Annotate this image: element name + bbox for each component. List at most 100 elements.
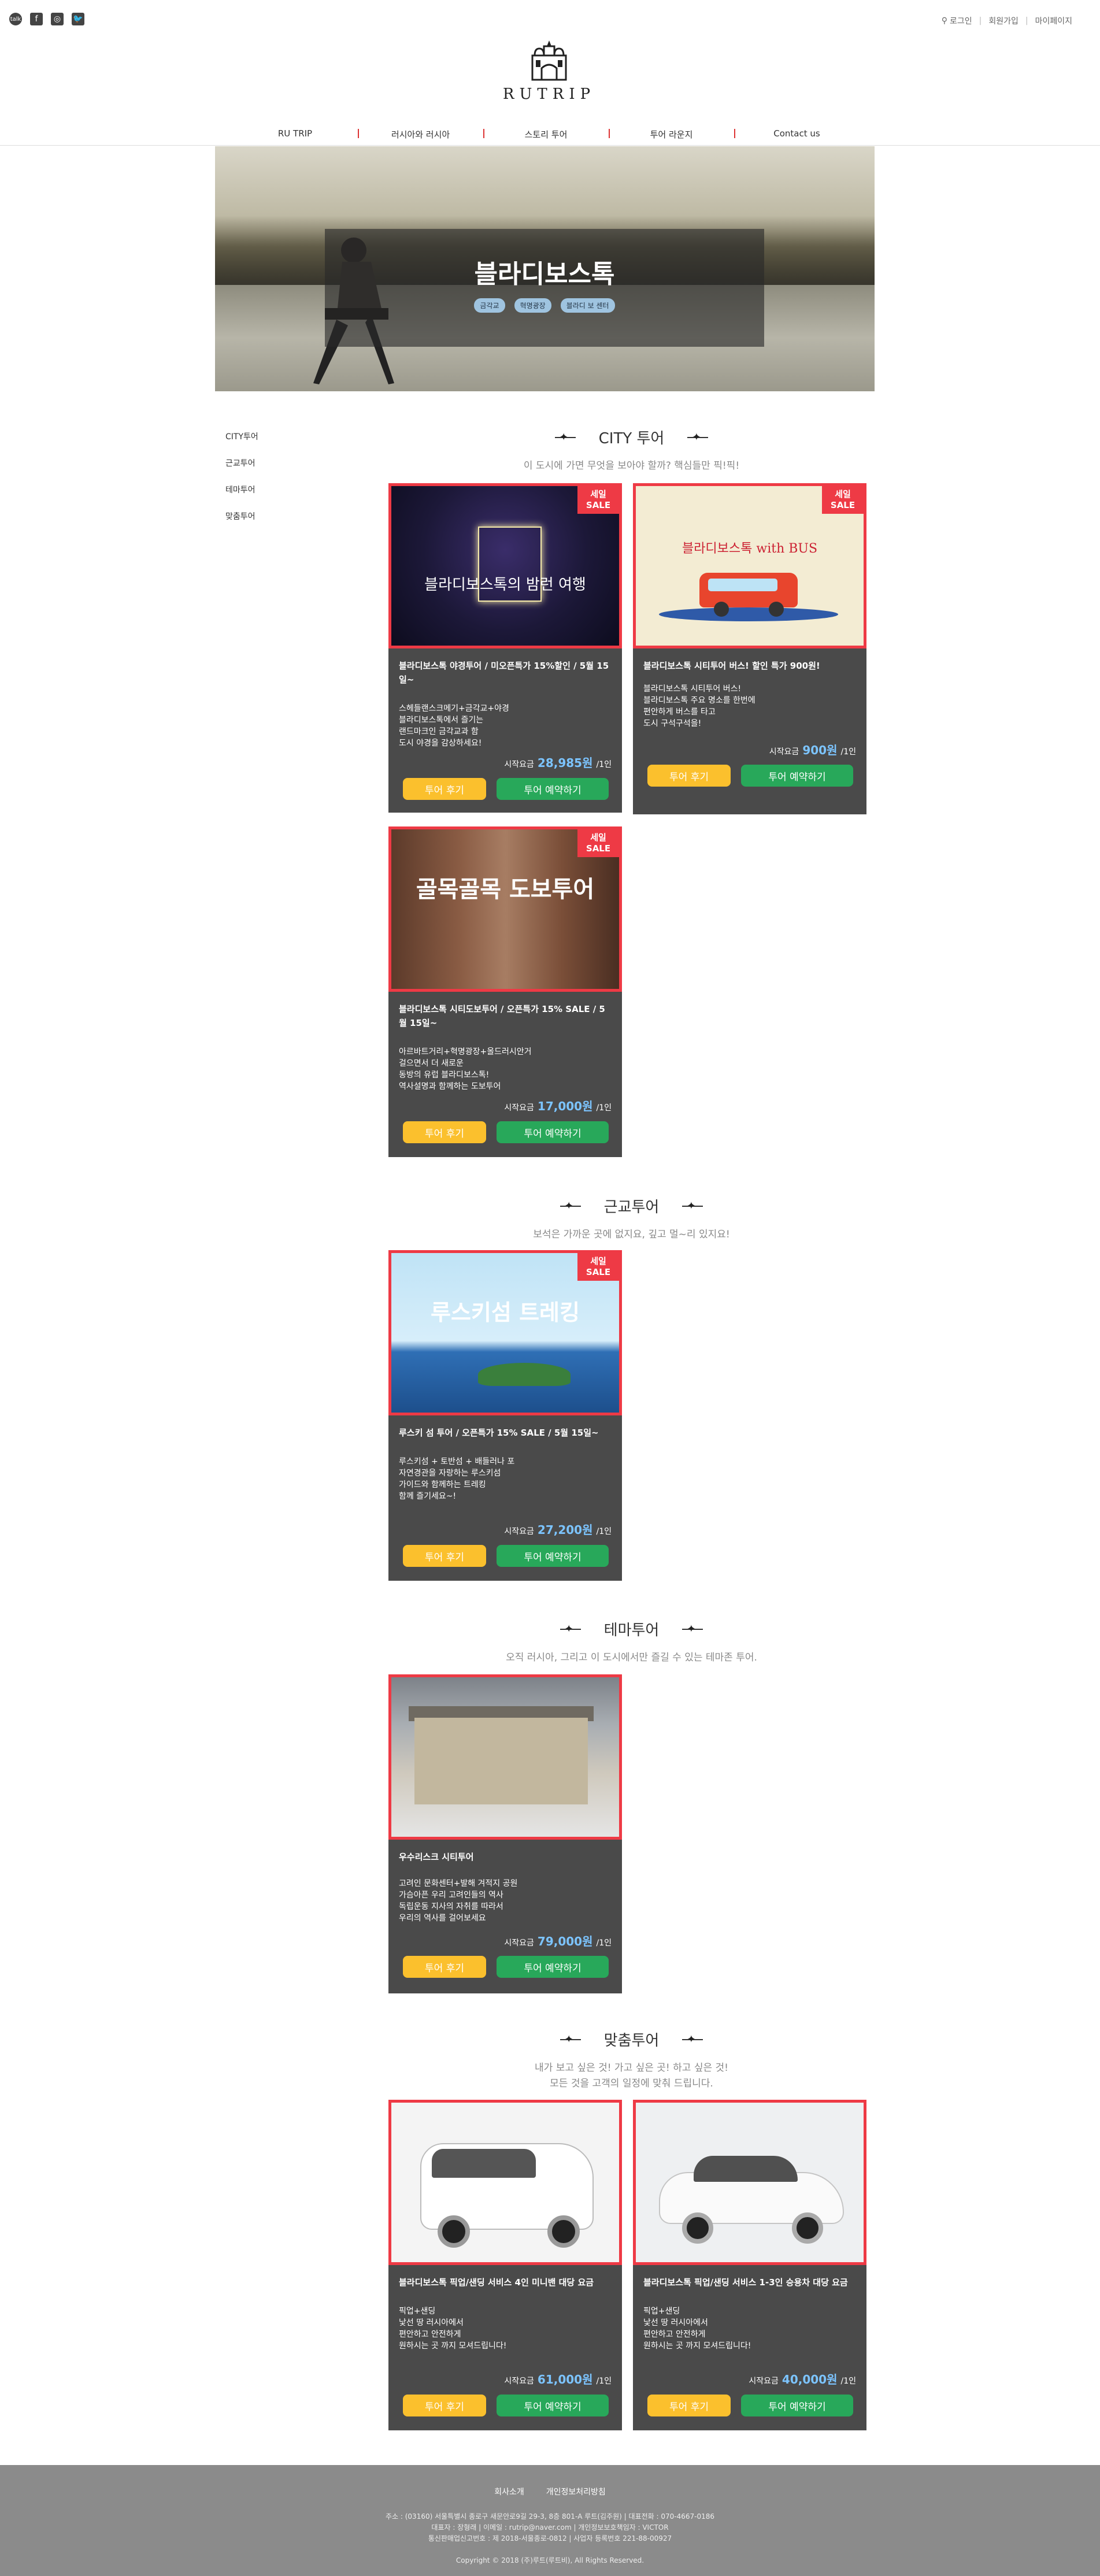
footer-link-company[interactable]: 회사소개 <box>494 2486 524 2497</box>
image-caption: 골목골목 도보투어 <box>416 876 595 903</box>
tour-title[interactable]: 블라디보스톡 픽업/샌딩 서비스 4인 미니밴 대당 요금 <box>388 2265 622 2289</box>
desc-line: 원하시는 곳 까지 모셔드립니다! <box>643 2341 751 2351</box>
book-button[interactable]: 투어 예약하기 <box>497 778 609 800</box>
nav-item-rutrip[interactable]: RU TRIP <box>232 128 358 140</box>
badge-text: SALE <box>830 500 855 510</box>
instagram-icon[interactable]: ◎ <box>51 13 64 25</box>
desc-line: 독립운동 지사의 자취를 따라서 <box>399 1902 503 1911</box>
tour-description: 고려인 문화센터+발해 겨적지 공원 가슴아픈 우리 고려인들의 역사 독립운동… <box>388 1864 622 1924</box>
image-caption: 루스키섬 트레킹 <box>431 1299 580 1325</box>
footer-link-privacy[interactable]: 개인정보처리방침 <box>546 2486 606 2497</box>
nav-item-russia[interactable]: 러시아와 러시아 <box>358 128 483 140</box>
side-menu-suburb-tour[interactable]: 근교투어 <box>225 457 258 469</box>
price-amount: 17,000원 <box>537 1099 593 1113</box>
decor-icon <box>560 2033 581 2045</box>
tour-card[interactable]: 우수리스크 시티투어 고려인 문화센터+발해 겨적지 공원 가슴아픈 우리 고려… <box>388 1674 622 1993</box>
login-link[interactable]: 로그인 <box>950 15 972 27</box>
desc-line: 편안하고 안전하게 <box>399 2330 461 2339</box>
tour-card[interactable]: 골목골목 도보투어 세일 SALE 블라디보스톡 시티도보투어 / 오픈특가 15… <box>388 826 622 1157</box>
image-caption: 블라디보스톡의 밤런 여행 <box>424 576 586 594</box>
review-button[interactable]: 투어 후기 <box>403 1121 486 1143</box>
site-logo[interactable]: RUTRIP <box>497 38 601 103</box>
price-label: 시작요금 <box>504 760 534 769</box>
tour-title[interactable]: 루스키 섬 투어 / 오픈특가 15% SALE / 5월 15일~ <box>388 1415 622 1440</box>
desc-line: 자연경관을 자랑하는 루스키섬 <box>399 1469 501 1478</box>
utility-nav: ⚲ 로그인 | 회원가입 | 마이페이지 <box>942 15 1072 27</box>
hero-tag[interactable]: 금각교 <box>474 298 505 313</box>
hero-tags: 금각교 혁명광장 블라디 보 센터 <box>325 298 764 313</box>
sale-badge: 세일 SALE <box>822 486 864 514</box>
side-menu-theme-tour[interactable]: 테마투어 <box>225 484 258 495</box>
tour-title[interactable]: 우수리스크 시티투어 <box>388 1840 622 1864</box>
tour-title[interactable]: 블라디보스톡 시티투어 버스! 할인 특가 900원! <box>633 648 866 673</box>
desc-line: 낯선 땅 러시아에서 <box>643 2318 708 2327</box>
tour-thumbnail[interactable] <box>388 1674 622 1840</box>
section-title: 맞춤투어 <box>388 2029 875 2050</box>
image-wheel <box>438 2215 470 2248</box>
review-button[interactable]: 투어 후기 <box>403 2395 486 2416</box>
hero-banner: 블라디보스톡 금각교 혁명광장 블라디 보 센터 <box>215 146 875 391</box>
desc-line: 스헤들랜스크메기+금각교+야경 <box>399 704 509 713</box>
tour-card[interactable]: 블라디보스톡 with BUS 세일 SALE 블라디보스톡 시티투어 버스! 할… <box>633 483 866 814</box>
desc-line: 픽업+샌딩 <box>399 2307 436 2316</box>
desc-line: 역사설명과 함께하는 도보투어 <box>399 1082 501 1091</box>
hero-tag[interactable]: 블라디 보 센터 <box>560 298 615 313</box>
tour-thumbnail[interactable]: 골목골목 도보투어 세일 SALE <box>388 826 622 992</box>
tour-title[interactable]: 블라디보스톡 야경투어 / 미오픈특가 15%할인 / 5월 15일~ <box>388 648 622 687</box>
tour-title[interactable]: 블라디보스톡 픽업/샌딩 서비스 1-3인 승용차 대당 요금 <box>633 2265 866 2289</box>
user-icon: ⚲ <box>941 16 947 25</box>
decor-icon <box>682 2033 703 2045</box>
review-button[interactable]: 투어 후기 <box>647 2395 731 2416</box>
tour-price: 시작요금 17,000원 /1인 <box>504 1097 612 1114</box>
tour-title[interactable]: 블라디보스톡 시티도보투어 / 오픈특가 15% SALE / 5월 15일~ <box>388 992 622 1030</box>
tour-card[interactable]: 블라디보스톡 픽업/샌딩 서비스 1-3인 승용차 대당 요금 픽업+샌딩 낯선… <box>633 2100 866 2430</box>
car-image <box>636 2103 864 2262</box>
twitter-icon[interactable]: 🐦 <box>72 13 84 25</box>
price-label: 시작요금 <box>749 2377 779 2386</box>
tour-thumbnail[interactable]: 루스키섬 트레킹 세일 SALE <box>388 1250 622 1415</box>
tour-card[interactable]: 블라디보스톡의 밤런 여행 세일 SALE 블라디보스톡 야경투어 / 미오픈특가… <box>388 483 622 813</box>
tour-thumbnail[interactable] <box>633 2100 866 2265</box>
badge-text: 세일 <box>590 1256 606 1266</box>
book-button[interactable]: 투어 예약하기 <box>497 2395 609 2416</box>
desc-line: 도시 구석구석을! <box>643 719 702 728</box>
book-button[interactable]: 투어 예약하기 <box>741 765 853 787</box>
review-button[interactable]: 투어 후기 <box>647 765 731 787</box>
tour-price: 시작요금 40,000원 /1인 <box>749 2370 856 2387</box>
book-button[interactable]: 투어 예약하기 <box>741 2395 853 2416</box>
review-button[interactable]: 투어 후기 <box>403 1956 486 1978</box>
decor-icon <box>560 1623 581 1635</box>
desc-line: 루스키섬 + 토반섬 + 배들러나 포 <box>399 1457 515 1466</box>
review-button[interactable]: 투어 후기 <box>403 1545 486 1567</box>
book-button[interactable]: 투어 예약하기 <box>497 1956 609 1978</box>
price-unit: /1인 <box>596 1103 612 1113</box>
tour-thumbnail[interactable] <box>388 2100 622 2265</box>
sale-badge: 세일 SALE <box>577 1253 619 1281</box>
nav-item-story-tour[interactable]: 스토리 투어 <box>483 128 609 140</box>
top-bar: talk f ◎ 🐦 ⚲ 로그인 | 회원가입 | 마이페이지 <box>0 0 1100 38</box>
section-title-text: 근교투어 <box>603 1199 660 1216</box>
book-button[interactable]: 투어 예약하기 <box>497 1545 609 1567</box>
hero-tag[interactable]: 혁명광장 <box>514 298 551 313</box>
signup-link[interactable]: 회원가입 <box>988 15 1018 27</box>
image-wheel <box>714 602 729 617</box>
price-amount: 28,985원 <box>537 756 593 770</box>
section-title-text: 맞춤투어 <box>603 2032 660 2049</box>
facebook-icon[interactable]: f <box>30 13 43 25</box>
nav-item-contact[interactable]: Contact us <box>734 128 860 140</box>
side-menu-custom-tour[interactable]: 맞춤투어 <box>225 510 258 522</box>
tour-card[interactable]: 블라디보스톡 픽업/샌딩 서비스 4인 미니밴 대당 요금 픽업+샌딩 낯선 땅… <box>388 2100 622 2430</box>
book-button[interactable]: 투어 예약하기 <box>497 1121 609 1143</box>
tour-thumbnail[interactable]: 블라디보스톡의 밤런 여행 세일 SALE <box>388 483 622 648</box>
section-custom-header: 맞춤투어 내가 보고 싶은 것! 가고 싶은 곳! 하고 싶은 것! 모든 것을… <box>388 2029 875 2092</box>
price-label: 시작요금 <box>504 1103 534 1113</box>
side-menu-city-tour[interactable]: CITY투어 <box>225 431 258 442</box>
review-button[interactable]: 투어 후기 <box>403 778 486 800</box>
tour-card[interactable]: 루스키섬 트레킹 세일 SALE 루스키 섬 투어 / 오픈특가 15% SALE… <box>388 1250 622 1581</box>
section-title: CITY 투어 <box>388 427 875 448</box>
nav-item-tour-lounge[interactable]: 투어 라운지 <box>609 128 734 140</box>
mypage-link[interactable]: 마이페이지 <box>1035 15 1072 27</box>
kakao-talk-icon[interactable]: talk <box>9 13 22 25</box>
tour-thumbnail[interactable]: 블라디보스톡 with BUS 세일 SALE <box>633 483 866 648</box>
card-buttons: 투어 후기 투어 예약하기 <box>403 778 609 800</box>
